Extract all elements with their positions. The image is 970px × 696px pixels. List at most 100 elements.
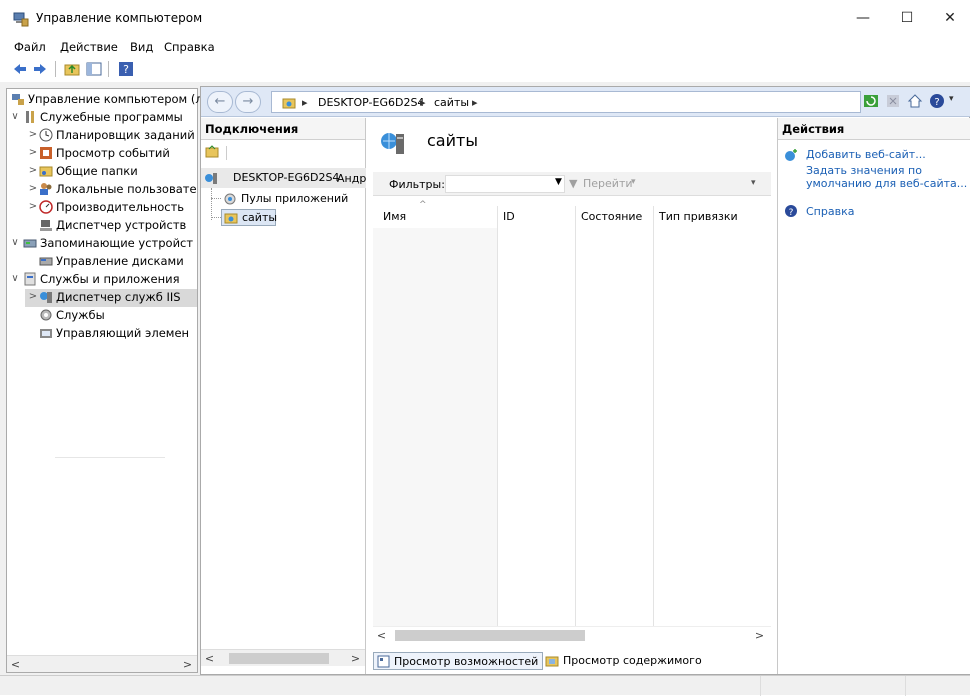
tree-item-label: Диспетчер устройств [56,218,187,232]
scroll-left-arrow-icon[interactable]: < [7,656,24,673]
tab-label: Просмотр содержимого [563,654,702,667]
tree-item-label: Службы [56,308,105,322]
scroll-left-arrow-icon[interactable]: < [201,650,218,667]
svg-text:?: ? [934,97,939,108]
server-user-suffix: Андр [337,172,367,185]
tree-item-shared-folders[interactable]: > Общие папки [7,163,197,181]
help-icon[interactable]: ? [118,61,134,77]
home-icon[interactable] [907,93,923,109]
maximize-button[interactable]: ☐ [887,4,927,32]
up-folder-icon[interactable] [64,61,80,77]
menu-file[interactable]: Файл [14,40,46,54]
grid-horizontal-scrollbar[interactable]: < > [373,626,771,643]
new-connection-icon[interactable] [205,145,219,159]
status-bar [0,675,970,696]
filter-input[interactable] [445,175,565,193]
features-view-icon [377,655,390,668]
tree-item-system-tools[interactable]: ∨ Служебные программы [7,109,197,127]
tree-item-task-scheduler[interactable]: > Планировщик заданий [7,127,197,145]
refresh-icon[interactable] [863,93,879,109]
back-arrow-icon[interactable] [12,61,28,77]
expand-icon[interactable]: > [27,129,39,140]
sites-folder-icon [224,213,238,224]
connections-horizontal-scrollbar[interactable]: < > [201,649,365,666]
add-website-link[interactable]: Добавить веб-сайт... [806,148,926,161]
tree-item-performance[interactable]: > Производительность [7,199,197,217]
menu-help[interactable]: Справка [164,40,215,54]
svg-text:?: ? [123,63,129,76]
expand-icon[interactable]: > [27,291,39,302]
chevron-down-icon[interactable]: ▾ [631,177,636,187]
expand-icon[interactable]: > [27,201,39,212]
scrollbar-thumb[interactable] [229,653,329,664]
forward-arrow-icon[interactable] [32,61,48,77]
tree-node-server[interactable]: DESKTOP-EG6D2S4 Андр [201,168,366,188]
site-folder-icon [282,98,296,109]
window-title: Управление компьютером [36,11,203,25]
overflow-chevron-icon[interactable]: ▾ [751,178,756,188]
tree-item-services-apps[interactable]: ∨ Службы и приложения [7,271,197,289]
tree-horizontal-scrollbar[interactable]: < > [7,655,197,672]
scrollbar-thumb[interactable] [395,630,585,641]
server-icon [205,173,217,184]
tree-node-sites[interactable]: сайты [221,209,277,226]
chevron-down-icon[interactable]: ▾ [949,94,954,104]
content-view-icon [545,656,559,667]
help-link[interactable]: Справка [806,205,854,218]
set-defaults-link[interactable]: Задать значения по умолчанию для веб-сай… [806,164,967,190]
filter-label: Фильтры: [389,178,445,191]
scroll-right-arrow-icon[interactable]: > [179,656,196,673]
wmi-icon [40,329,52,338]
sites-globe-server-icon [381,133,404,154]
show-hide-tree-icon[interactable] [86,61,102,77]
help-icon[interactable]: ? [929,93,945,109]
device-manager-icon [40,220,52,231]
column-header-binding-type[interactable]: Тип привязки [659,210,738,228]
computer-management-icon [12,94,24,105]
expand-icon[interactable]: > [27,183,39,194]
column-header-state[interactable]: Состояние [581,210,642,228]
address-field[interactable]: ▸ DESKTOP-EG6D2S4 ▸ сайты ▸ [271,91,861,113]
tree-item-storage[interactable]: ∨ Запоминающие устройст [7,235,197,253]
tree-item-disk-management[interactable]: Управление дисками [7,253,197,271]
chevron-down-icon[interactable]: ▼ [555,177,562,187]
expand-icon[interactable]: > [27,165,39,176]
close-button[interactable]: ✕ [930,4,970,32]
tab-features-view[interactable]: Просмотр возможностей [373,652,543,670]
tab-content-view[interactable]: Просмотр содержимого [545,652,705,670]
console-tree[interactable]: Управление компьютером (л ∨ Служебные пр… [6,88,203,673]
tree-item-iis-manager[interactable]: > Диспетчер служб IIS [25,289,197,307]
tree-item-services[interactable]: Службы [7,307,197,325]
menu-view[interactable]: Вид [130,40,153,54]
tree-item-wmi-control[interactable]: Управляющий элемен [7,325,197,343]
collapse-icon[interactable]: ∨ [9,237,21,248]
breadcrumb-sites[interactable]: сайты [434,96,469,109]
forward-button[interactable]: → [235,91,261,113]
collapse-icon[interactable]: ∨ [9,273,21,284]
tree-item-computer-management[interactable]: Управление компьютером (л [7,91,203,109]
scroll-right-arrow-icon[interactable]: > [347,650,364,667]
breadcrumb-server[interactable]: DESKTOP-EG6D2S4 [318,96,424,109]
svg-text:?: ? [789,208,794,218]
tree-item-local-users[interactable]: > Локальные пользовате [7,181,197,199]
disk-icon [39,257,53,266]
stop-icon[interactable] [885,93,901,109]
back-button[interactable]: ← [207,91,233,113]
scroll-left-arrow-icon[interactable]: < [373,627,390,644]
tree-node-app-pools[interactable]: Пулы приложений [221,190,366,208]
tree-item-label: Просмотр событий [56,146,170,160]
scroll-right-arrow-icon[interactable]: > [751,627,768,644]
menu-action[interactable]: Действие [60,40,118,54]
tree-item-event-viewer[interactable]: > Просмотр событий [7,145,197,163]
page-title: сайты [427,131,478,150]
tree-item-device-manager[interactable]: Диспетчер устройств [7,217,197,235]
collapse-icon[interactable]: ∨ [9,111,21,122]
server-label: DESKTOP-EG6D2S4 [233,171,340,184]
tree-item-label: Управление компьютером (л [28,92,203,106]
connections-title: Подключения [201,118,365,140]
column-header-name[interactable]: Имя [383,210,406,228]
expand-icon[interactable]: > [27,147,39,158]
column-header-id[interactable]: ID [503,210,515,228]
minimize-button[interactable]: — [843,4,883,32]
go-button[interactable]: Перейти [583,177,633,190]
